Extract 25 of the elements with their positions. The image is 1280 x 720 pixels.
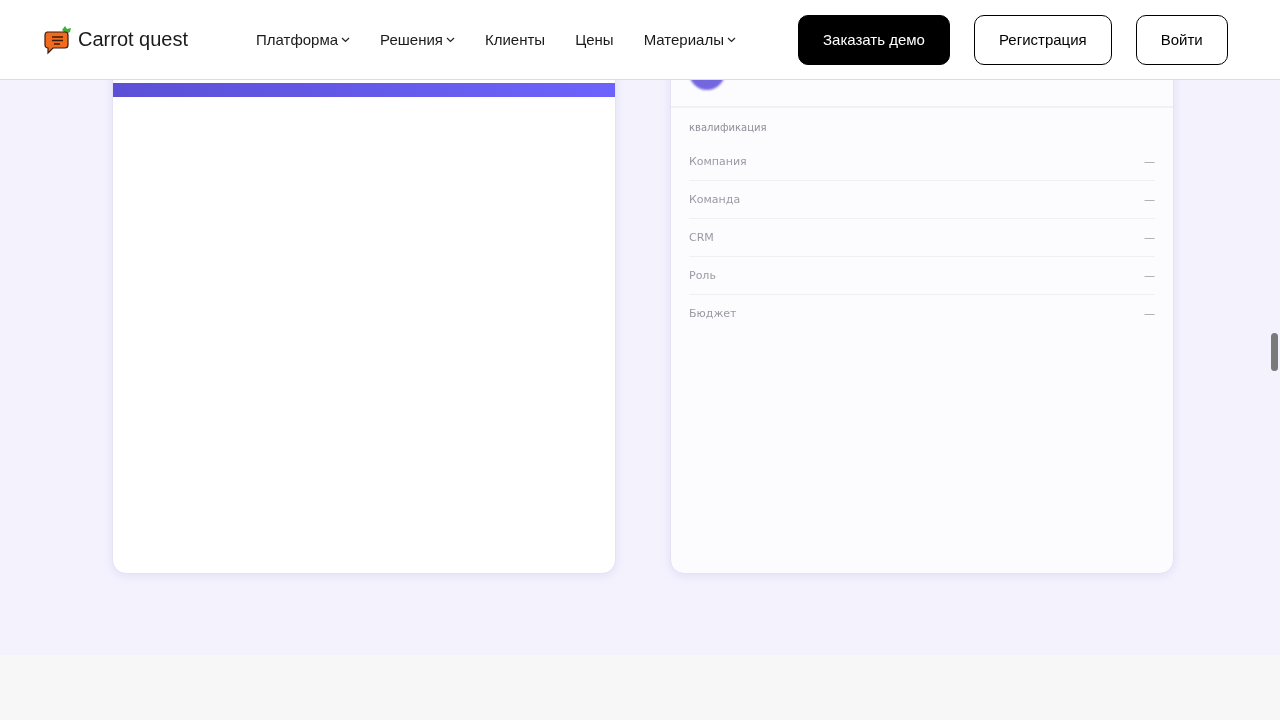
header-button[interactable]: Войти xyxy=(1135,14,1228,65)
caret-icon xyxy=(726,36,736,43)
field-label: Компания xyxy=(689,155,747,168)
scrollbar-thumb[interactable] xyxy=(1271,333,1278,371)
field-value: — xyxy=(1144,193,1155,206)
logo-text[interactable]: Carrot quest xyxy=(78,28,189,51)
demo-button[interactable]: Заказать демо xyxy=(798,14,950,65)
nav-link[interactable]: Цены xyxy=(575,31,614,48)
nav-link[interactable]: Решения xyxy=(380,31,455,48)
field-value: — xyxy=(1144,155,1155,168)
caret-icon xyxy=(445,36,455,43)
field-label: Бюджет xyxy=(689,307,737,320)
field-label: Роль xyxy=(689,269,716,282)
field-value: — xyxy=(1144,231,1155,244)
logo-icon[interactable] xyxy=(44,24,74,55)
caret-icon xyxy=(341,36,351,43)
nav-link[interactable]: Материалы xyxy=(643,31,736,48)
header-button[interactable]: Регистрация xyxy=(973,14,1112,65)
section-label: квалификация xyxy=(689,122,768,133)
field-label: CRM xyxy=(689,231,714,244)
field-value: — xyxy=(1144,307,1155,320)
nav-link[interactable]: Клиенты xyxy=(484,31,546,48)
field-value: — xyxy=(1144,269,1155,282)
nav-link[interactable]: Платформа xyxy=(256,31,351,48)
field-label: Команда xyxy=(689,193,741,206)
